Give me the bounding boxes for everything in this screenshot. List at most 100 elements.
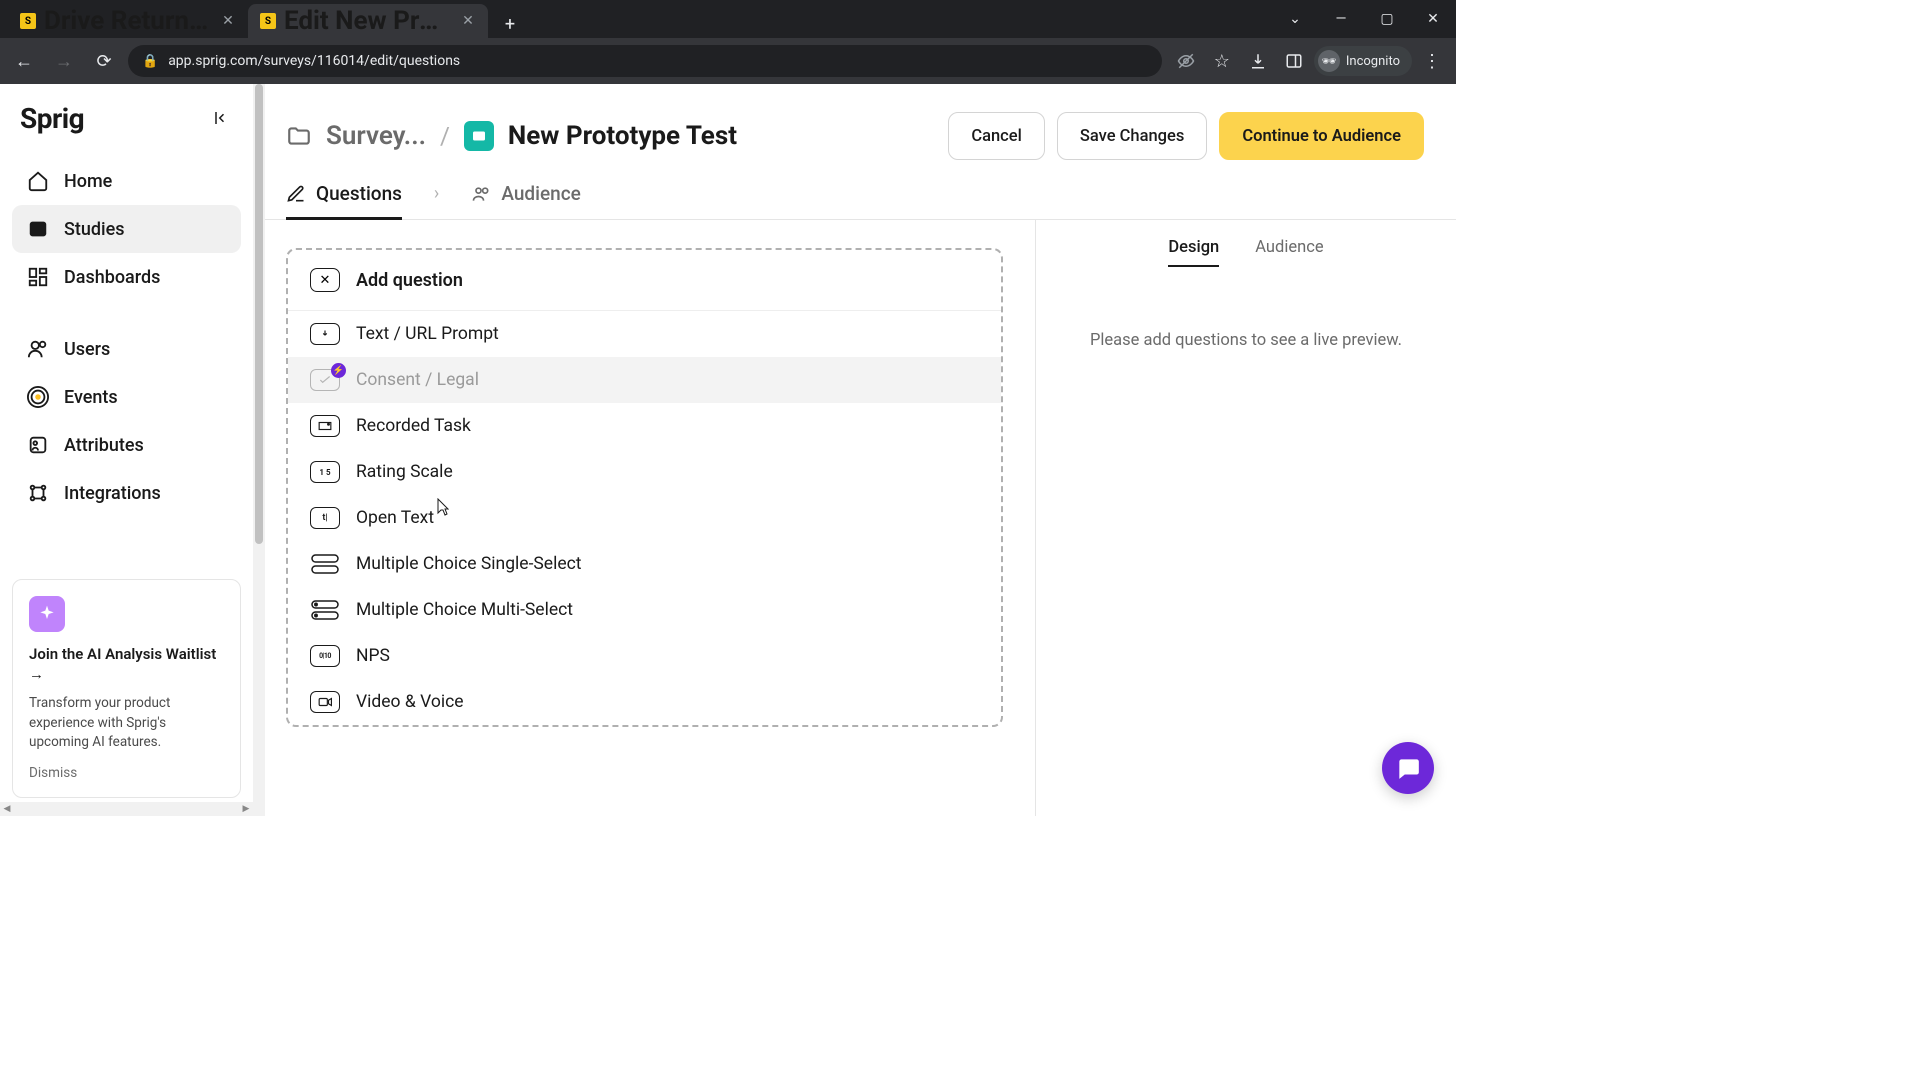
edit-icon bbox=[286, 184, 306, 204]
qtype-label: NPS bbox=[356, 646, 390, 666]
add-question-panel: ✕ Add question Text / URL Prompt ⚡ Conse… bbox=[286, 248, 1003, 727]
star-icon[interactable]: ☆ bbox=[1206, 45, 1238, 77]
download-icon[interactable] bbox=[1242, 45, 1274, 77]
nps-icon: 0|10 bbox=[310, 645, 340, 667]
consent-icon: ⚡ bbox=[310, 369, 340, 391]
chevron-right-icon: › bbox=[434, 183, 439, 218]
lock-icon: 🔒 bbox=[142, 54, 158, 69]
qtype-label: Text / URL Prompt bbox=[356, 324, 499, 344]
add-question-header: ✕ Add question bbox=[288, 250, 1001, 311]
incognito-label: Incognito bbox=[1346, 54, 1400, 69]
favicon-icon: S bbox=[20, 13, 36, 29]
save-changes-button[interactable]: Save Changes bbox=[1057, 112, 1208, 160]
qtype-open-text[interactable]: t| Open Text bbox=[288, 495, 1001, 541]
qtype-text-url[interactable]: Text / URL Prompt bbox=[288, 311, 1001, 357]
qtype-video-voice[interactable]: Video & Voice bbox=[288, 679, 1001, 725]
sidebar-item-home[interactable]: Home bbox=[12, 157, 241, 205]
page-title[interactable]: New Prototype Test bbox=[508, 121, 737, 151]
reload-button[interactable]: ⟳ bbox=[88, 45, 120, 77]
close-icon[interactable]: ✕ bbox=[460, 13, 476, 29]
sidebar-item-studies[interactable]: Studies bbox=[12, 205, 241, 253]
collapse-sidebar-icon[interactable] bbox=[213, 109, 233, 129]
qtype-mc-single[interactable]: Multiple Choice Single-Select bbox=[288, 541, 1001, 587]
sidebar-item-label: Users bbox=[64, 339, 110, 360]
browser-tab-strip: S Drive Return Visits Responses ✕ S Edit… bbox=[0, 0, 1456, 38]
minimize-icon[interactable]: — bbox=[1318, 0, 1364, 38]
qtype-nps[interactable]: 0|10 NPS bbox=[288, 633, 1001, 679]
sidebar-item-users[interactable]: Users bbox=[12, 325, 241, 373]
sidebar-item-attributes[interactable]: Attributes bbox=[12, 421, 241, 469]
preview-tab-design[interactable]: Design bbox=[1168, 238, 1219, 267]
favicon-icon: S bbox=[260, 13, 276, 29]
scrollbar-vertical[interactable] bbox=[253, 84, 265, 816]
sidebar-item-dashboards[interactable]: Dashboards bbox=[12, 253, 241, 301]
qtype-label: Rating Scale bbox=[356, 462, 453, 482]
scrollbar-horizontal[interactable]: ◀ ▶ bbox=[0, 802, 253, 816]
preview-empty-message: Please add questions to see a live previ… bbox=[1090, 331, 1402, 350]
browser-tab[interactable]: S Drive Return Visits Responses ✕ bbox=[8, 4, 248, 38]
close-icon[interactable]: ✕ bbox=[310, 268, 340, 292]
breadcrumb-separator: / bbox=[440, 122, 450, 150]
scroll-left-icon[interactable]: ◀ bbox=[0, 802, 14, 816]
maximize-icon[interactable]: ▢ bbox=[1364, 0, 1410, 38]
home-icon bbox=[26, 169, 50, 193]
builder-tabs: Questions › Audience bbox=[254, 160, 1456, 220]
qtype-rating-scale[interactable]: 1 5 Rating Scale bbox=[288, 449, 1001, 495]
qtype-label: Multiple Choice Multi-Select bbox=[356, 600, 573, 620]
close-window-icon[interactable]: ✕ bbox=[1410, 0, 1456, 38]
add-question-title: Add question bbox=[356, 270, 463, 291]
qtype-recorded-task[interactable]: Recorded Task bbox=[288, 403, 1001, 449]
tab-title: Drive Return Visits Responses bbox=[44, 6, 212, 36]
app-logo: Sprig bbox=[20, 102, 84, 135]
chevron-down-icon[interactable]: ⌄ bbox=[1272, 0, 1318, 38]
address-bar[interactable]: 🔒 app.sprig.com/surveys/116014/edit/ques… bbox=[128, 45, 1162, 77]
integrations-icon bbox=[26, 481, 50, 505]
chat-fab[interactable] bbox=[1382, 742, 1434, 794]
sparkle-icon bbox=[29, 596, 65, 632]
rating-icon: 1 5 bbox=[310, 461, 340, 483]
breadcrumb[interactable]: Survey... bbox=[326, 121, 426, 151]
back-button[interactable]: ← bbox=[8, 45, 40, 77]
tab-label: Questions bbox=[316, 182, 402, 205]
ai-card-title[interactable]: Join the AI Analysis Waitlist → bbox=[29, 644, 224, 685]
sidebar-item-label: Studies bbox=[64, 219, 125, 240]
preview-tab-audience[interactable]: Audience bbox=[1255, 238, 1323, 267]
people-icon bbox=[471, 184, 491, 204]
browser-toolbar: ← → ⟳ 🔒 app.sprig.com/surveys/116014/edi… bbox=[0, 38, 1456, 84]
forward-button[interactable]: → bbox=[48, 45, 80, 77]
eye-off-icon[interactable] bbox=[1170, 45, 1202, 77]
tab-questions[interactable]: Questions bbox=[286, 182, 402, 219]
continue-to-audience-button[interactable]: Continue to Audience bbox=[1219, 112, 1424, 160]
scroll-right-icon[interactable]: ▶ bbox=[239, 802, 253, 816]
preview-panel: Design Audience Please add questions to … bbox=[1036, 220, 1456, 816]
side-panel-icon[interactable] bbox=[1278, 45, 1310, 77]
sidebar-item-integrations[interactable]: Integrations bbox=[12, 469, 241, 517]
tab-audience[interactable]: Audience bbox=[471, 182, 580, 219]
studies-icon bbox=[26, 217, 50, 241]
ai-card-body: Transform your product experience with S… bbox=[29, 694, 224, 753]
sidebar-item-events[interactable]: Events bbox=[12, 373, 241, 421]
qtype-mc-multi[interactable]: Multiple Choice Multi-Select bbox=[288, 587, 1001, 633]
mc-multi-icon bbox=[310, 599, 340, 621]
tab-title: Edit New Prototype Test bbox=[284, 6, 452, 36]
qtype-label: Multiple Choice Single-Select bbox=[356, 554, 582, 574]
qtype-consent[interactable]: ⚡ Consent / Legal bbox=[288, 357, 1001, 403]
incognito-indicator[interactable]: 🕶 Incognito bbox=[1314, 46, 1412, 76]
cancel-button[interactable]: Cancel bbox=[948, 112, 1045, 160]
sidebar: Sprig Home Studies Dashboards Users Even… bbox=[0, 84, 254, 816]
users-icon bbox=[26, 337, 50, 361]
recorded-task-icon bbox=[310, 415, 340, 437]
window-controls: ⌄ — ▢ ✕ bbox=[1272, 0, 1456, 38]
browser-tab[interactable]: S Edit New Prototype Test ✕ bbox=[248, 4, 488, 38]
mc-single-icon bbox=[310, 553, 340, 575]
tab-label: Audience bbox=[501, 182, 580, 205]
menu-icon[interactable]: ⋮ bbox=[1416, 45, 1448, 77]
study-type-icon bbox=[464, 121, 494, 151]
bolt-badge-icon: ⚡ bbox=[331, 363, 346, 378]
new-tab-button[interactable]: + bbox=[496, 10, 524, 38]
close-icon[interactable]: ✕ bbox=[220, 13, 236, 29]
qtype-label: Open Text bbox=[356, 508, 434, 528]
ai-card-dismiss[interactable]: Dismiss bbox=[29, 765, 224, 781]
page-header: Survey... / New Prototype Test Cancel Sa… bbox=[254, 84, 1456, 160]
url-text: app.sprig.com/surveys/116014/edit/questi… bbox=[168, 53, 460, 69]
